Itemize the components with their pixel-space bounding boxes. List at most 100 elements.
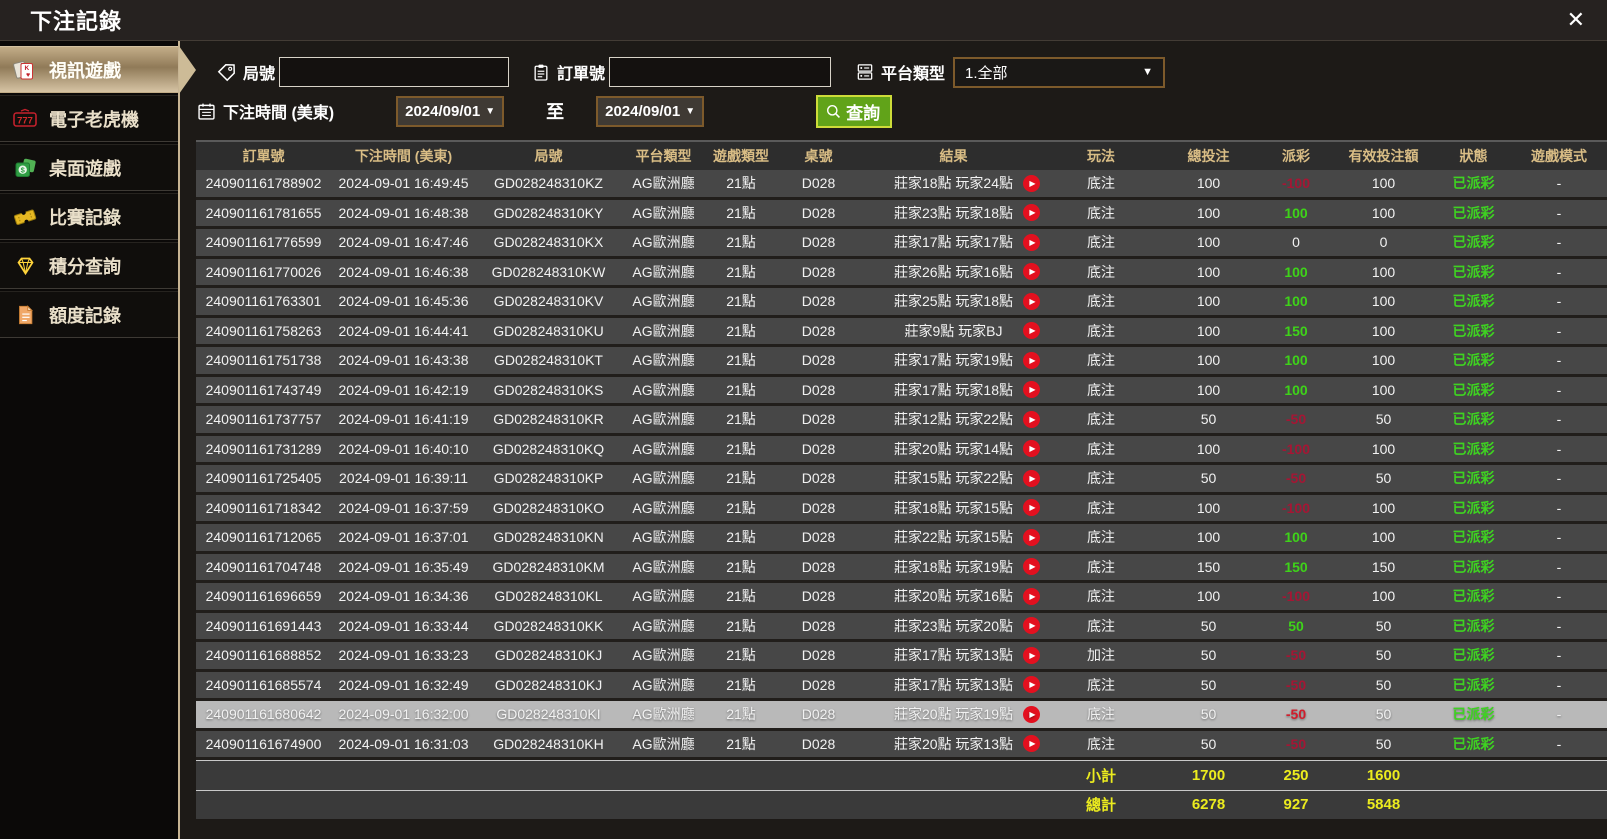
sidebar-item-label: 電子老虎機 [49,109,139,130]
play-video-icon[interactable]: ▶ [1023,499,1040,517]
table-row[interactable]: 240901161718342 2024-09-01 16:37:59 GD0282… [196,494,1607,524]
play-video-icon[interactable]: ▶ [1023,440,1040,458]
cell-game-mode: - [1556,647,1562,664]
cell-platform-type: AG歐洲廳 [632,617,695,634]
table-row[interactable]: 240901161696659 2024-09-01 16:34:36 GD0282… [196,583,1607,613]
sidebar-item-6[interactable]: 額度記錄 [0,291,178,338]
date-to-picker[interactable]: 2024/09/01 ▼ [596,95,705,127]
table-row[interactable]: 240901161758263 2024-09-01 16:44:41 GD0282… [196,317,1607,347]
cell-status: 已派彩 [1452,322,1495,339]
sidebar-item-4[interactable]: 比賽記錄 [0,193,178,240]
result-text: 莊家25點 玩家18點 [893,293,1014,310]
round-number-input[interactable] [279,57,510,87]
cell-total-bet: 100 [1196,588,1221,605]
cell-status: 已派彩 [1452,263,1495,280]
sidebar-item-2[interactable]: 777 電子老虎機 [0,95,178,142]
cell-order-no: 240901161737757 [205,411,322,428]
cell-round-no: GD028248310KT [494,352,603,369]
sidebar-item-1[interactable]: 9K♥ 視訊遊戲 [0,46,178,93]
cell-status: 已派彩 [1452,499,1495,516]
play-video-icon[interactable]: ▶ [1023,469,1040,487]
platform-type-select[interactable]: 1.全部 ▼ [953,56,1166,88]
cell-platform-type: AG歐洲廳 [632,647,695,664]
play-video-icon[interactable]: ▶ [1023,558,1040,576]
play-video-icon[interactable]: ▶ [1023,646,1040,664]
table-row[interactable]: 240901161770026 2024-09-01 16:46:38 GD0282… [196,258,1607,288]
cell-total-bet: 100 [1196,352,1221,369]
play-video-icon[interactable]: ▶ [1023,204,1040,222]
table-row[interactable]: 240901161776599 2024-09-01 16:47:46 GD0282… [196,229,1607,259]
table-row[interactable]: 240901161680642 2024-09-01 16:32:00 GD0282… [196,701,1607,731]
cell-game-type: 21點 [726,470,756,487]
cell-round-no: GD028248310KJ [494,647,603,664]
cell-result: 莊家12點 玩家22點 ▶ [861,409,1046,429]
table-row[interactable]: 240901161688852 2024-09-01 16:33:23 GD0282… [196,642,1607,672]
cell-round-no: GD028248310KP [493,470,604,487]
play-video-icon[interactable]: ▶ [1023,174,1040,192]
subtotal-row-total-bet: 1700 [1191,766,1226,784]
play-video-icon[interactable]: ▶ [1023,587,1040,605]
table-row[interactable]: 240901161731289 2024-09-01 16:40:10 GD0282… [196,435,1607,465]
play-video-icon[interactable]: ▶ [1023,292,1040,310]
result-text: 莊家20點 玩家16點 [893,588,1014,605]
subtotal-row-payout: 250 [1283,766,1309,784]
result-text: 莊家18點 玩家24點 [893,175,1014,192]
cell-bet-type: 底注 [1087,234,1115,251]
play-video-icon[interactable]: ▶ [1023,410,1040,428]
search-button-label: 查詢 [846,103,881,123]
table-row[interactable]: 240901161674900 2024-09-01 16:31:03 GD0282… [196,730,1607,760]
table-row[interactable]: 240901161781655 2024-09-01 16:48:38 GD0282… [196,199,1607,229]
table-row[interactable]: 240901161743749 2024-09-01 16:42:19 GD0282… [196,376,1607,406]
table-row[interactable]: 240901161788902 2024-09-01 16:49:45 GD0282… [196,170,1607,200]
table-row[interactable]: 240901161685574 2024-09-01 16:32:49 GD0282… [196,671,1607,701]
sidebar-item-5[interactable]: 積分查詢 [0,242,178,289]
round-number-label-group: 局號 [216,60,275,84]
search-button[interactable]: 查詢 [816,94,893,128]
cell-result: 莊家18點 玩家15點 ▶ [861,498,1046,518]
play-video-icon[interactable]: ▶ [1023,351,1040,369]
table-row[interactable]: 240901161712065 2024-09-01 16:37:01 GD0282… [196,524,1607,554]
table-row[interactable]: 240901161691443 2024-09-01 16:33:44 GD0282… [196,612,1607,642]
cell-game-type: 21點 [726,676,756,693]
order-number-input[interactable] [609,57,832,87]
result-text: 莊家15點 玩家22點 [893,470,1014,487]
play-video-icon[interactable]: ▶ [1023,233,1040,251]
cell-payout: -50 [1285,470,1307,487]
cell-platform-type: AG歐洲廳 [632,735,695,752]
cell-round-no: GD028248310KY [493,204,604,221]
play-video-icon[interactable]: ▶ [1023,735,1040,753]
table-row[interactable]: 240901161763301 2024-09-01 16:45:36 GD0282… [196,288,1607,318]
play-video-icon[interactable]: ▶ [1023,705,1040,723]
table-row[interactable]: 240901161725405 2024-09-01 16:39:11 GD0282… [196,465,1607,495]
subtotal-row-valid-bet: 1600 [1366,766,1401,784]
cell-bet-type: 底注 [1087,175,1115,192]
table-row[interactable]: 240901161751738 2024-09-01 16:43:38 GD0282… [196,347,1607,377]
play-video-icon[interactable]: ▶ [1023,322,1040,340]
play-video-icon[interactable]: ▶ [1023,263,1040,281]
table-row[interactable]: 240901161737757 2024-09-01 16:41:19 GD0282… [196,406,1607,436]
sidebar-item-label: 額度記錄 [49,305,121,326]
cell-platform-type: AG歐洲廳 [632,706,695,723]
cell-table-no: D028 [801,263,836,280]
play-video-icon[interactable]: ▶ [1023,617,1040,635]
play-video-icon[interactable]: ▶ [1023,381,1040,399]
bet-records-table: 訂單號 下注時間 (美東) 局號 平台類型 遊戲類型 桌號 結果 玩法 總投注 派彩 有效投注額 狀態… [196,140,1607,839]
cell-platform-type: AG歐洲廳 [632,499,695,516]
sidebar-item-3[interactable]: $ 桌面遊戲 [0,144,178,191]
cell-valid-bet: 100 [1371,175,1396,192]
play-video-icon[interactable]: ▶ [1023,528,1040,546]
date-from-picker[interactable]: 2024/09/01 ▼ [396,95,505,127]
cell-game-mode: - [1556,322,1562,339]
cell-payout: 50 [1288,617,1304,634]
cell-total-bet: 100 [1196,175,1221,192]
cell-total-bet: 50 [1200,411,1217,428]
cell-round-no: GD028248310KN [493,529,604,546]
cell-platform-type: AG歐洲廳 [632,263,695,280]
cell-table-no: D028 [801,558,836,575]
close-icon[interactable]: ✕ [1567,9,1585,31]
column-header-platform-type: 平台類型 [635,148,692,164]
play-video-icon[interactable]: ▶ [1023,676,1040,694]
cell-valid-bet: 0 [1379,234,1388,251]
cell-platform-type: AG歐洲廳 [632,411,695,428]
table-row[interactable]: 240901161704748 2024-09-01 16:35:49 GD0282… [196,553,1607,583]
